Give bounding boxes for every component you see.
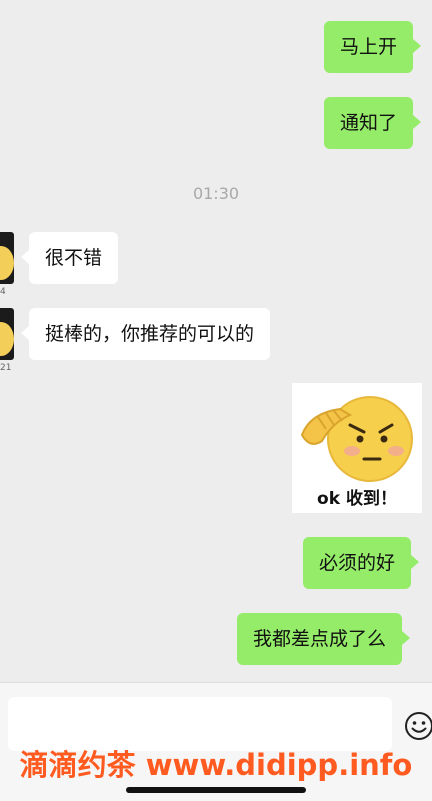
- message-bubble-outgoing[interactable]: 通知了: [324, 97, 422, 149]
- message-bubble-outgoing[interactable]: 必须的好: [303, 537, 420, 589]
- sticker-message[interactable]: ok 收到！: [292, 383, 422, 513]
- message-timestamp: 01:30: [192, 184, 240, 203]
- message-bubble-incoming[interactable]: 挺棒的，你推荐的可以的: [20, 308, 271, 360]
- watermark-text: 滴滴约茶 www.didipp.info: [19, 748, 413, 782]
- message-bubble-outgoing[interactable]: 马上开: [324, 21, 422, 73]
- home-indicator[interactable]: [126, 787, 306, 793]
- contact-avatar[interactable]: [0, 308, 14, 360]
- salute-emoji-icon: [300, 396, 413, 482]
- avatar-badge: 21: [0, 363, 12, 373]
- message-bubble-incoming[interactable]: 很不错: [20, 232, 119, 284]
- chat-area[interactable]: 马上开 通知了 01:30 4 很不错 21 挺棒的，你推荐的可以的 ok 收到…: [0, 0, 432, 682]
- avatar-badge: 4: [0, 287, 6, 297]
- message-bubble-outgoing[interactable]: 我都差点成了么: [237, 613, 411, 665]
- sticker-caption: ok 收到！: [317, 489, 397, 509]
- smiley-face-icon[interactable]: [404, 711, 432, 741]
- contact-avatar[interactable]: [0, 232, 14, 284]
